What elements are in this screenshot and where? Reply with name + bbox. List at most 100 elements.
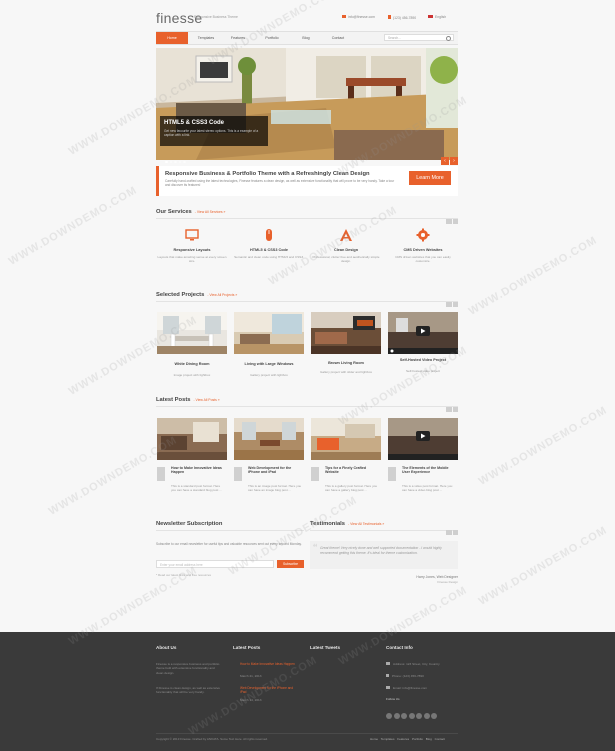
prev-icon[interactable]: [446, 406, 452, 412]
post-format-icon: [157, 467, 165, 481]
social-links: [386, 706, 439, 724]
newsletter-title: Newsletter Subscription: [156, 521, 223, 527]
service-text: Semantic and clean code using HTML5 and …: [234, 255, 304, 259]
divider: [156, 406, 458, 407]
rss-icon[interactable]: [431, 713, 437, 719]
facebook-icon[interactable]: [393, 713, 400, 719]
prev-icon[interactable]: [446, 529, 452, 535]
next-icon[interactable]: [452, 301, 458, 307]
language-selector[interactable]: English: [428, 15, 446, 19]
flag-icon: [428, 15, 433, 18]
header-email[interactable]: info@finesse.com: [342, 15, 375, 19]
vimeo-icon[interactable]: [423, 713, 430, 719]
testimonial-company: Finesse Design: [437, 580, 458, 584]
watermark: WWW.DOWNDEMO.COM: [66, 314, 200, 398]
post-title[interactable]: How to Make Innovative Ideas Happen: [171, 466, 226, 475]
site-tagline: Responsive Business Theme: [194, 15, 238, 19]
main-nav: Home Templates Features Portfolio Blog C…: [156, 31, 458, 45]
nav-blog[interactable]: Blog: [294, 32, 318, 44]
footer-address: Address: 123 Street, City, Country: [386, 662, 440, 666]
header-phone-text: (123) 456-7890: [393, 16, 417, 20]
mail-icon: [386, 686, 390, 689]
dribbble-icon[interactable]: [401, 713, 407, 719]
slider-dot[interactable]: [165, 160, 168, 163]
view-all-posts-link[interactable]: - View All Posts »: [193, 398, 219, 402]
language-text: English: [435, 15, 447, 19]
projects-title: Selected Projects: [156, 292, 205, 298]
slider-dot[interactable]: [183, 160, 186, 163]
post-format-icon: [388, 467, 396, 481]
post-format-icon: [234, 467, 242, 481]
service-text: CMS driven websites that you can easily …: [395, 255, 451, 263]
post-title[interactable]: The Elements of the Mobile User Experien…: [402, 466, 457, 475]
slider-dot[interactable]: [174, 160, 177, 163]
services-heading: Our Services - View All Services »: [156, 209, 225, 215]
project-title[interactable]: Living with Large Windows: [234, 362, 304, 366]
header-phone: (123) 456-7890: [388, 15, 416, 20]
footer-follow-us: Follow Us: [386, 697, 400, 701]
services-title: Our Services: [156, 209, 192, 215]
post-video-thumbnail[interactable]: [388, 418, 458, 460]
linkedin-icon[interactable]: [408, 713, 415, 719]
next-icon[interactable]: [452, 529, 458, 535]
learn-more-button[interactable]: Learn More: [409, 171, 451, 185]
search-input[interactable]: Search...: [384, 34, 454, 41]
view-all-projects-link[interactable]: - View All Projects »: [207, 293, 237, 297]
nav-contact[interactable]: Contact: [324, 32, 352, 44]
view-all-services-link[interactable]: - View All Services »: [195, 210, 226, 214]
promo-text: Carefully hand-crafted using the latest …: [165, 179, 395, 187]
header-email-text: info@finesse.com: [348, 15, 375, 19]
footer-post-link[interactable]: How to Make Innovative Ideas Happen: [240, 662, 296, 666]
nav-home[interactable]: Home: [156, 32, 188, 44]
next-icon[interactable]: [452, 406, 458, 412]
view-all-testimonials-link[interactable]: - View All Testimonials »: [348, 522, 384, 526]
nav-templates[interactable]: Templates: [192, 32, 220, 44]
post-text: This is an image post format. Here you c…: [248, 484, 302, 492]
project-text: Image project with lightbox: [173, 373, 211, 377]
quote-icon: “: [313, 543, 318, 554]
project-title[interactable]: White Dining Room: [157, 362, 227, 366]
post-title[interactable]: Web Development for the iPhone and iPad: [248, 466, 303, 475]
search-icon[interactable]: [446, 35, 451, 41]
testimonial-author: Harry Jones, Web Designer: [416, 575, 458, 579]
video-thumbnail[interactable]: [388, 312, 458, 354]
footer-email[interactable]: Email: info@finesse.com: [386, 686, 427, 690]
projects-heading: Selected Projects - View All Projects »: [156, 292, 237, 298]
services-pager: [445, 211, 458, 229]
subscribe-button[interactable]: Subscribe: [277, 560, 304, 568]
twitter-icon[interactable]: [386, 713, 392, 719]
next-icon[interactable]: [452, 218, 458, 224]
mouse-icon: [266, 229, 272, 241]
phone-icon: [386, 674, 389, 677]
prev-icon[interactable]: [446, 218, 452, 224]
project-thumbnail[interactable]: [234, 312, 304, 354]
project-title[interactable]: Brown Living Room: [311, 361, 381, 365]
prev-icon[interactable]: [446, 301, 452, 307]
flickr-icon[interactable]: [416, 713, 422, 719]
testimonial-quote: Great theme! Very nicely done and well s…: [320, 546, 442, 555]
project-thumbnail[interactable]: [311, 312, 381, 354]
post-text: This is a video post format. Here you ca…: [402, 484, 453, 492]
footer-about-text-2: If Finesse is clean design, as well as e…: [156, 686, 220, 695]
post-thumbnail[interactable]: [234, 418, 304, 460]
page: finesse Responsive Business Theme info@f…: [0, 0, 615, 751]
service-title: CMS Driven Websites: [403, 248, 443, 252]
slider-prev-icon[interactable]: ‹: [441, 157, 449, 165]
video-project-image: [388, 312, 458, 354]
service-text: Layouts that make amazing sense at every…: [157, 255, 227, 263]
footer-phone-text: Phone: (123) 456-7890: [392, 674, 424, 678]
gear-icon: [416, 228, 430, 242]
slider-next-icon[interactable]: ›: [450, 157, 458, 165]
service-item: HTML5 & CSS3 Code Semantic and clean cod…: [234, 228, 304, 259]
service-title: Responsive Layouts: [173, 248, 211, 252]
service-title: HTML5 & CSS3 Code: [250, 248, 288, 252]
slider-dot[interactable]: [169, 160, 172, 163]
footer-address-text: Address: 123 Street, City, Country: [393, 662, 440, 666]
post-title[interactable]: Tips for a Finely Crafted Website: [325, 466, 380, 475]
divider: [156, 218, 458, 219]
slider-dot[interactable]: [178, 160, 181, 163]
posts-title: Latest Posts: [156, 397, 191, 403]
footer-nav[interactable]: Home Templates Features Portfolio Blog C…: [370, 737, 445, 741]
post-format-icon: [311, 467, 319, 481]
slider-caption-text: Get new favourite your latest stereo opt…: [164, 129, 259, 137]
